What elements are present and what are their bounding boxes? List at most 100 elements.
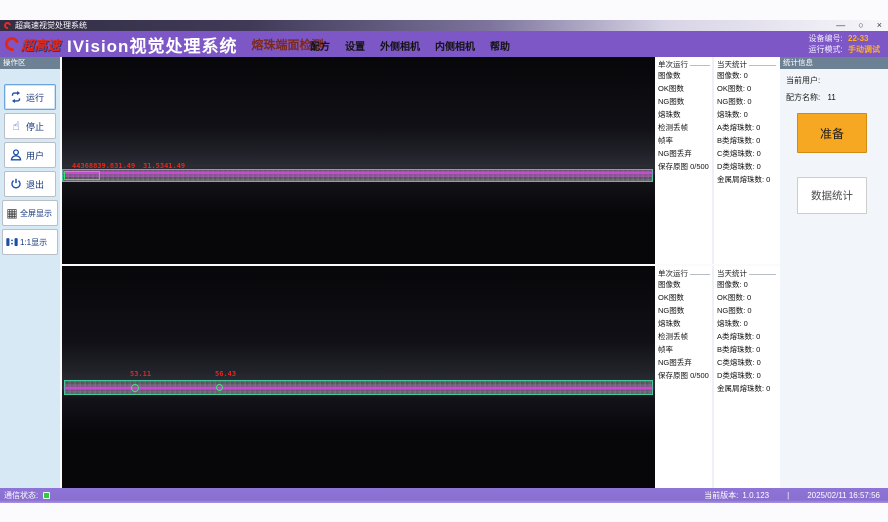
stat-row: OK图数: 0 [714,291,778,304]
stat-row: 熔珠数 [655,317,712,330]
version-label: 当前版本: [704,490,738,501]
measure-line-secondary [63,176,652,177]
one-to-one-button[interactable]: 1:1显示 [2,229,58,255]
comm-status-label: 通信状态: [4,490,38,501]
header-info: 设备编号: 22-33 运行模式: 手动调试 [809,33,880,55]
defect-circle [216,384,223,391]
brand-logo-icon [2,34,21,53]
stat-row: A类熔珠数: 0 [714,330,778,343]
stat-row: 金属屑熔珠数: 0 [714,173,778,186]
run-button-label: 运行 [26,91,44,104]
stat-row: B类熔珠数: 0 [714,134,778,147]
stat-row: 检测丢帧 [655,330,712,343]
stat-row: C类熔珠数: 0 [714,147,778,160]
run-mode-label: 运行模式: [809,45,843,54]
weld-seam-strip [64,380,653,395]
stat-row: NG图丢弃 [655,356,712,369]
stats-section-outer: 单次运行 图像数OK图数NG图数熔珠数检测丢帧帧率NG图丢弃保存原图 0/500… [655,57,780,264]
sidebar-title: 操作区 [0,57,60,69]
measure-line [63,172,652,174]
weld-seam-strip [62,169,653,182]
status-separator: | [787,491,789,500]
stat-row: 金属屑熔珠数: 0 [714,382,778,395]
overlay-measurement: 31.5341.49 [143,162,185,170]
stat-row: 帧率 [655,343,712,356]
defect-circle [131,384,139,392]
screen: 超高速视觉处理系统 — ○ × 超高速 IVision视觉处理系统 熔珠端面检测… [0,0,888,522]
info-panel: 统计信息 当前用户: 配方名称: 11 准备 数据统计 [780,57,888,488]
measure-line-secondary [65,391,652,392]
measure-line [65,387,652,389]
camera-view-inner[interactable]: 53.11 56.43 [62,266,655,488]
status-bar: 通信状态: 当前版本: 1.0.123 | 2025/02/11 16:57:5… [0,488,888,503]
stat-row: A类熔珠数: 0 [714,121,778,134]
stat-row: OK图数 [655,82,712,95]
stat-row: NG图数 [655,304,712,317]
menu-bar: 配方设置外侧相机内侧相机帮助 [310,38,510,53]
operation-sidebar: 操作区 运行 ☝ 停止 用户 退出 [0,57,60,488]
user-button-label: 用户 [26,149,44,162]
app-logo-icon [3,21,13,31]
stat-row: B类熔珠数: 0 [714,343,778,356]
daily-stats-panel: 当天统计 图像数: 0OK图数: 0NG图数: 0熔珠数: 0A类熔珠数: 0B… [714,266,778,488]
stat-row: NG图丢弃 [655,147,712,160]
minimize-button[interactable]: — [836,20,845,31]
stop-button[interactable]: ☝ 停止 [4,113,56,139]
fullscreen-button[interactable]: ▦ 全屏显示 [2,200,58,226]
device-no-label: 设备编号: [809,34,843,43]
menu-item[interactable]: 配方 [310,38,330,53]
camera-view-outer[interactable]: 44368839.831.49 31.5341.49 [62,57,655,264]
stat-row: 保存原图 0/500 [655,160,712,173]
run-mode-value: 手动调试 [848,45,880,54]
stat-row: C类熔珠数: 0 [714,356,778,369]
menu-item[interactable]: 外侧相机 [380,38,420,53]
recipe-name-label: 配方名称: [786,93,820,102]
overlay-measurement: 44368839.831.49 [72,162,135,170]
device-no-value: 22-33 [848,34,868,43]
stat-row: D类熔珠数: 0 [714,369,778,382]
fullscreen-grid-icon: ▦ [5,206,19,220]
stat-row: OK图数 [655,291,712,304]
stat-row: 熔珠数 [655,108,712,121]
window-controls: — ○ × [836,20,882,31]
stat-row: NG图数 [655,95,712,108]
defect-label: 56.43 [215,370,236,378]
legend-line [690,65,710,66]
legend-line [690,274,710,275]
stat-row: OK图数: 0 [714,82,778,95]
data-stats-button[interactable]: 数据统计 [797,177,867,214]
stat-row: 帧率 [655,134,712,147]
close-button[interactable]: × [877,20,882,31]
stats-section-inner: 单次运行 图像数OK图数NG图数熔珠数检测丢帧帧率NG图丢弃保存原图 0/500… [655,266,780,488]
user-button[interactable]: 用户 [4,142,56,168]
user-icon [9,148,23,162]
info-panel-title: 统计信息 [780,57,888,69]
menu-item[interactable]: 内侧相机 [435,38,475,53]
run-button[interactable]: 运行 [4,84,56,110]
stat-row: 图像数: 0 [714,69,778,82]
fullscreen-button-label: 全屏显示 [20,208,52,219]
comm-status-indicator [43,492,50,499]
exit-button[interactable]: 退出 [4,171,56,197]
app-header: 超高速 IVision视觉处理系统 熔珠端面检测 配方设置外侧相机内侧相机帮助 … [0,31,888,57]
maximize-button[interactable]: ○ [858,20,863,31]
app-title: IVision视觉处理系统 [67,32,237,57]
one-to-one-button-label: 1:1显示 [20,237,47,248]
stat-row: 图像数 [655,278,712,291]
stat-row: NG图数: 0 [714,304,778,317]
legend-line [749,274,776,275]
window-titlebar: 超高速视觉处理系统 — ○ × [0,20,888,31]
single-run-panel: 单次运行 图像数OK图数NG图数熔珠数检测丢帧帧率NG图丢弃保存原图 0/500 [655,266,714,488]
prepare-button[interactable]: 准备 [797,113,867,153]
menu-item[interactable]: 帮助 [490,38,510,53]
run-cycle-icon [9,90,23,104]
menu-item[interactable]: 设置 [345,38,365,53]
legend-line [749,65,776,66]
exit-button-label: 退出 [26,178,44,191]
single-run-panel: 单次运行 图像数OK图数NG图数熔珠数检测丢帧帧率NG图丢弃保存原图 0/500 [655,57,714,264]
stat-row: 熔珠数: 0 [714,108,778,121]
brand-logo-text: 超高速 [21,35,60,54]
roi-rectangle [64,171,100,180]
stat-row: 图像数 [655,69,712,82]
stat-row: 图像数: 0 [714,278,778,291]
